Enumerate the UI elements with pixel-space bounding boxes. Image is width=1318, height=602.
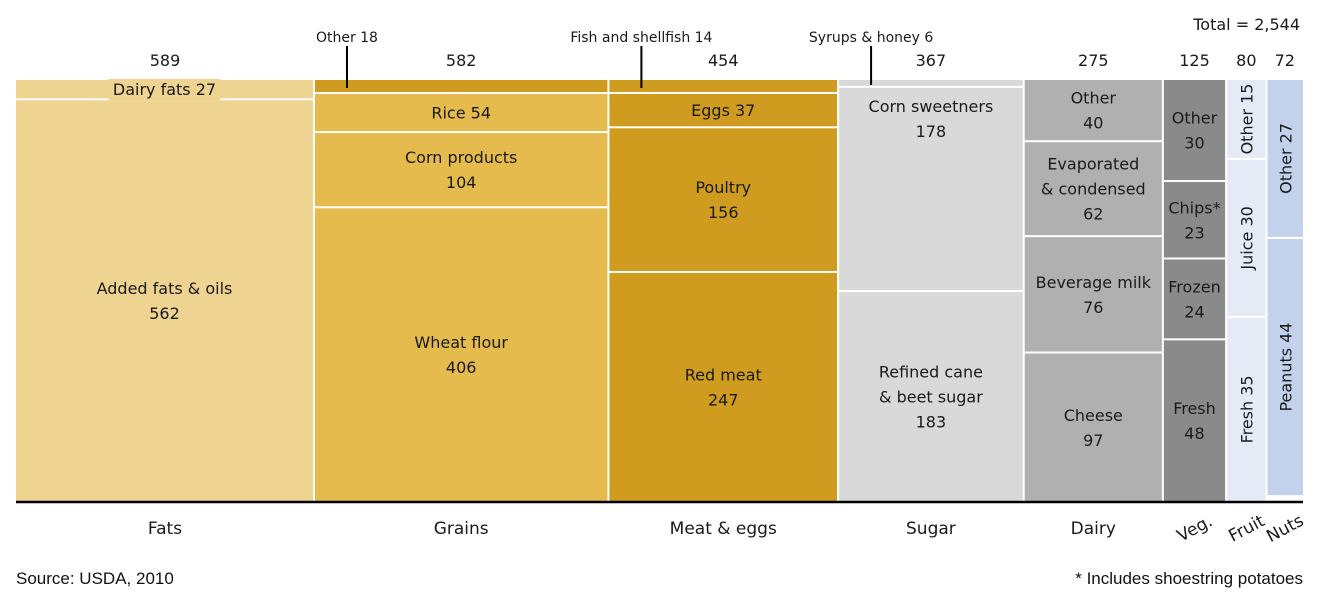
- segment-label-nuts-peanuts: Peanuts 44: [1276, 322, 1295, 411]
- column-total-fruit: 80: [1236, 51, 1256, 70]
- segment-label-nuts-other: Other 27: [1276, 123, 1295, 194]
- segment-label-fats-dairy-fats: Dairy fats 27: [113, 80, 216, 99]
- segment-veg-frozen: [1163, 259, 1226, 339]
- category-label-dairy: Dairy: [1071, 519, 1116, 539]
- column-total-veg: 125: [1179, 51, 1210, 70]
- segment-veg-other: [1163, 80, 1226, 181]
- segment-label-fruit-other: Other 15: [1237, 84, 1256, 155]
- plot-area: 589FatsDairy fats 27Added fats & oils 562…: [16, 30, 1307, 547]
- column-total-sugar: 367: [916, 51, 947, 70]
- column-total-nuts: 72: [1275, 51, 1295, 70]
- total-label: Total = 2,544: [1192, 15, 1300, 34]
- column-total-dairy: 275: [1078, 51, 1109, 70]
- segment-label-grains-rice: Rice 54: [431, 104, 491, 123]
- segment-meat-eggs-fish-and-shellfish: [609, 80, 838, 92]
- segment-label-meat-eggs-eggs: Eggs 37: [691, 101, 755, 120]
- segment-grains-corn-products: [314, 133, 608, 207]
- segment-grains-other: [314, 80, 608, 93]
- category-label-sugar: Sugar: [906, 519, 956, 539]
- category-label-veg: Veg.: [1174, 511, 1216, 546]
- footnote: * Includes shoestring potatoes: [1075, 569, 1303, 588]
- segment-grains-wheat-flour: [314, 208, 608, 501]
- category-label-fats: Fats: [148, 519, 182, 539]
- mekko-chart: Total = 2,544 589FatsDairy fats 27Added …: [16, 15, 1307, 588]
- column-total-meat-eggs: 454: [708, 51, 739, 70]
- column-total-grains: 582: [446, 51, 477, 70]
- segment-label-fruit-fresh: Fresh 35: [1237, 375, 1256, 443]
- callout-label-meat-eggs-fish-and-shellfish: Fish and shellfish 14: [570, 30, 712, 46]
- segment-sugar-corn-sweetners: [839, 87, 1023, 291]
- callout-label-sugar-syrups-honey: Syrups & honey 6: [809, 30, 933, 46]
- category-label-grains: Grains: [434, 519, 489, 539]
- category-label-fruit: Fruit: [1225, 511, 1268, 547]
- segment-veg-chips: [1163, 182, 1226, 258]
- segment-veg-fresh: [1163, 340, 1226, 501]
- category-label-meat-eggs: Meat & eggs: [670, 519, 777, 539]
- segment-dairy-cheese: [1024, 353, 1162, 501]
- segment-sugar-syrups-honey: [839, 80, 1023, 86]
- column-total-fats: 589: [150, 51, 181, 70]
- source-note: Source: USDA, 2010: [16, 569, 174, 588]
- segment-dairy-beverage-milk: [1024, 237, 1162, 352]
- segment-meat-eggs-poultry: [609, 128, 838, 271]
- segment-fats-added-fats-oils: [16, 100, 313, 501]
- callout-label-grains-other: Other 18: [316, 30, 378, 46]
- segment-meat-eggs-red-meat: [609, 272, 838, 501]
- category-label-nuts: Nuts: [1263, 511, 1307, 547]
- segment-label-fruit-juice: Juice 30: [1237, 206, 1256, 270]
